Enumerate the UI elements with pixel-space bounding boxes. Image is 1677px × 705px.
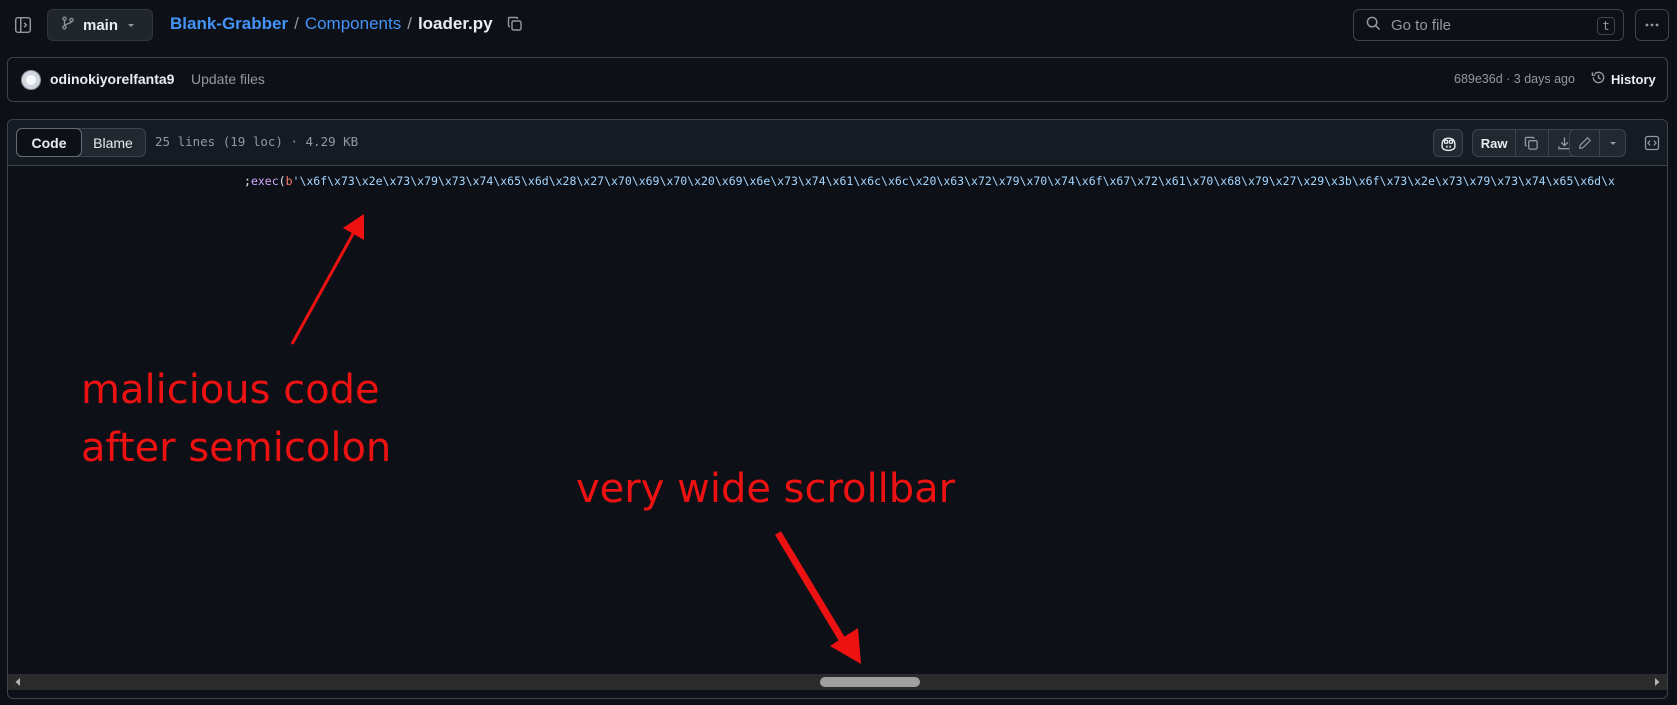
pencil-icon [1578,136,1591,149]
edit-options-dropdown[interactable] [1600,130,1625,156]
scroll-left-arrow-icon[interactable] [10,674,26,690]
chevron-down-icon [1609,142,1616,145]
scrollbar-thumb[interactable] [820,677,920,687]
raw-copy-download-group: Raw [1472,129,1581,157]
scroll-right-arrow-icon[interactable] [1649,674,1665,690]
code-hex-string: '\x6f\x73\x2e\x73\x79\x73\x74\x65\x6d\x2… [292,174,1615,188]
code-blame-toggle: Code Blame [16,128,146,157]
commit-author-link[interactable]: odinokiyorelfanta9 [50,71,174,87]
raw-button[interactable]: Raw [1473,130,1517,156]
more-options-button[interactable] [1635,9,1669,41]
code-byte-prefix: b [285,174,293,188]
history-button[interactable]: History [1591,70,1656,88]
file-header-bar: main Blank-Grabber / Components / loader… [0,0,1677,50]
history-label: History [1611,71,1656,87]
commit-message-link[interactable]: Update files [191,71,265,87]
breadcrumb-repo-link[interactable]: Blank-Grabber [170,14,288,34]
code-exec-call: exec [250,174,279,188]
branch-selector-button[interactable]: main [47,9,153,41]
go-to-file-placeholder: Go to file [1391,16,1452,34]
go-to-file-input[interactable]: Go to file t [1353,9,1624,41]
copilot-button[interactable] [1433,129,1463,157]
symbols-panel-button[interactable] [1638,129,1666,157]
file-info: 25 lines (19 loc) · 4.29 KB [155,134,359,149]
annotation-wide-scrollbar: very wide scrollbar [576,466,956,512]
horizontal-scrollbar[interactable] [8,674,1667,690]
copy-icon [1525,136,1539,150]
tab-code[interactable]: Code [16,128,82,157]
branch-name: main [83,16,119,34]
file-viewer-header: Code Blame 25 lines (19 loc) · 4.29 KB R… [8,120,1667,166]
code-semicolon: ; [244,174,251,188]
avatar[interactable] [21,70,41,90]
breadcrumb-file-name: loader.py [417,14,493,33]
edit-file-button[interactable] [1570,130,1601,156]
shortcut-key-badge: t [1597,17,1615,35]
history-icon [1591,70,1606,88]
code-line: ;exec(b'\x6f\x73\x2e\x73\x79\x73\x74\x65… [244,174,1615,188]
copy-path-icon[interactable] [507,16,523,32]
chevron-down-icon [126,17,136,34]
git-branch-icon [61,16,75,34]
annotation-malicious-code: malicious code after semicolon [81,367,392,471]
breadcrumb-separator: / [294,14,299,33]
breadcrumb: Blank-Grabber / Components / loader.py [170,14,523,34]
edit-button-group [1569,129,1626,157]
copilot-icon [1440,136,1456,151]
kebab-horizontal-icon [1645,23,1659,27]
search-icon [1366,16,1381,35]
copy-raw-button[interactable] [1516,130,1549,156]
code-paren: ( [278,174,286,188]
breadcrumb-separator: / [407,14,412,33]
latest-commit-bar: odinokiyorelfanta9 Update files 689e36d … [7,57,1668,102]
code-square-icon [1644,135,1660,151]
breadcrumb-dir-link[interactable]: Components [305,14,401,34]
tab-blame[interactable]: Blame [81,129,145,156]
sidebar-toggle-icon[interactable] [12,14,34,36]
commit-hash-and-time[interactable]: 689e36d · 3 days ago [1454,72,1575,86]
